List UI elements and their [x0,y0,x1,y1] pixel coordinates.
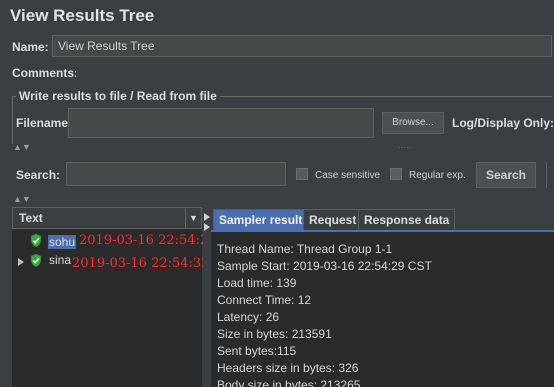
shield-check-icon [30,233,44,248]
tab-request[interactable]: Request [303,209,363,230]
splitter-grip-icon[interactable]: ····· [398,143,411,152]
splitter-arrows-icon[interactable]: ▲▼ [13,143,31,152]
tree-item-sina[interactable]: sina [49,253,71,267]
result-line: Body size in bytes: 213265 [217,378,361,387]
search-input[interactable] [66,162,286,186]
comments-input[interactable] [76,62,552,82]
vertical-splitter[interactable] [203,207,211,387]
result-line: Load time: 139 [217,276,297,290]
renderer-select[interactable]: Text ▼ [12,207,202,229]
tree-item-label: sina [49,253,72,267]
filename-label: Filename [16,116,69,130]
result-line: Latency: 26 [217,310,280,324]
tree-item-timestamp: 2019-03-16 22:54:32 [72,256,210,271]
shield-check-icon [30,253,44,268]
result-line: Connect Time: 12 [217,293,312,307]
log-display-only-label: Log/Display Only: [452,116,554,130]
regular-exp-label: Regular exp. [409,170,466,181]
extra-button-edge[interactable] [546,162,554,188]
regular-exp-checkbox[interactable] [390,168,402,180]
search-button[interactable]: Search [476,162,536,188]
panel-title: View Results Tree [10,6,155,25]
result-line: Sent bytes:115 [217,344,297,358]
file-group-title: Write results to file / Read from file [16,89,220,103]
triangle-right-icon[interactable] [17,256,25,266]
renderer-select-value: Text [19,211,43,225]
name-input[interactable]: View Results Tree [52,35,552,57]
search-label: Search: [16,168,61,182]
result-line: Headers size in bytes: 326 [217,361,359,375]
name-label: Name: [12,40,49,54]
case-sensitive-label: Case sensitive [315,170,381,181]
case-sensitive-checkbox[interactable] [296,168,308,180]
tab-sampler-result[interactable]: Sampler result [213,209,309,230]
tree-item-timestamp: 2019-03-16 22:54:29 [79,233,217,248]
chevron-down-icon[interactable]: ▼ [185,208,201,228]
filename-input[interactable] [68,108,374,138]
browse-button[interactable]: Browse... [382,112,444,134]
tree-item-label: sohu [48,235,77,249]
result-line: Sample Start: 2019-03-16 22:54:29 CST [217,259,432,273]
result-line: Thread Name: Thread Group 1-1 [217,242,393,256]
tree-item-sohu[interactable]: sohu [48,235,77,249]
result-line: Size in bytes: 213591 [217,327,332,341]
splitter-arrows-icon[interactable]: ▲▼ [13,195,31,204]
comments-label: Comments: [12,66,79,80]
tab-response-data[interactable]: Response data [358,209,456,230]
